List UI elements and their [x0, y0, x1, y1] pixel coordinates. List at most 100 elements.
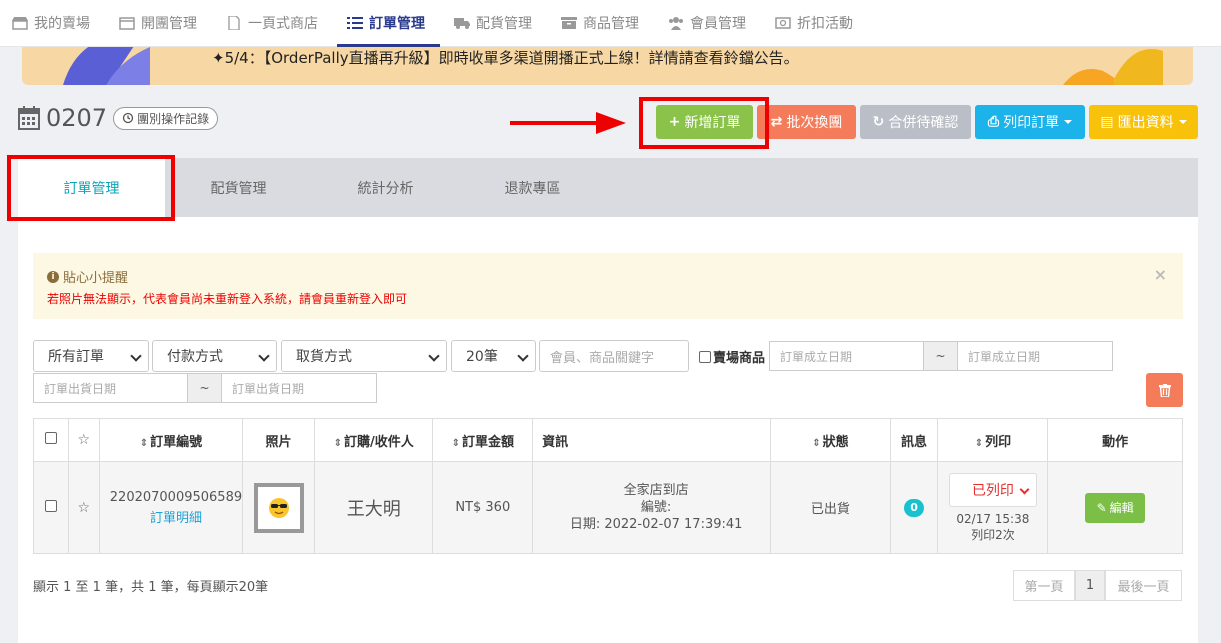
print-orders-label: 列印訂單	[1003, 115, 1060, 131]
nav-item-label: 商品管理	[583, 16, 639, 32]
batch-change-group-button[interactable]: ⇄ 批次換團	[757, 105, 856, 139]
nav-item-one-page-store[interactable]: 一頁式商店	[226, 0, 333, 47]
star-icon[interactable]: ☆	[78, 432, 91, 448]
banner-text: ✦5/4：【OrderPally直播再升級】即時收單多渠道開播正式上線！詳情請查…	[212, 49, 799, 67]
tab-refund[interactable]: 退款專區	[459, 158, 606, 217]
order-type-select[interactable]: 所有訂單	[33, 340, 149, 372]
announcement-banner[interactable]: ✦5/4：【OrderPally直播再升級】即時收單多渠道開播正式上線！詳情請查…	[22, 47, 1193, 85]
table-header-row: ☆ ⇕ 訂單編號 照片 ⇕ 訂購/收件人 ⇕ 訂單金額 資訊 ⇕ 狀態 訊息 ⇕ 列印 動…	[33, 418, 1183, 462]
photo-header: 照片	[242, 418, 315, 462]
keyword-placeholder: 會員、商品關鍵字	[550, 350, 655, 366]
print-orders-button[interactable]: ⎙ 列印訂單	[975, 105, 1085, 139]
nav-item-group-management[interactable]: 開團管理	[119, 0, 212, 47]
status-cell: 已出貨	[770, 461, 891, 554]
delete-button[interactable]	[1146, 373, 1183, 407]
print-header[interactable]: ⇕ 列印	[937, 418, 1049, 462]
export-data-label: 匯出資料	[1117, 115, 1174, 131]
date-range-separator: ~	[187, 373, 222, 403]
buyer-header-label: 訂購/收件人	[344, 434, 414, 450]
sort-icon: ⇕	[974, 437, 984, 449]
caret-down-icon	[1178, 120, 1187, 124]
message-cell: 0	[889, 461, 939, 554]
group-log-button[interactable]: 團別操作記錄	[113, 106, 219, 130]
current-page-button[interactable]: 1	[1075, 570, 1105, 601]
order-no-header[interactable]: ⇕ 訂單編號	[98, 418, 244, 462]
row-star-cell: ☆	[67, 461, 100, 554]
money-icon	[775, 17, 791, 29]
order-no: 2202070009506589	[109, 489, 243, 505]
payment-method-select[interactable]: 付款方式	[152, 340, 277, 372]
first-page-button[interactable]: 第一頁	[1013, 570, 1075, 601]
buyer-cell: 王大明	[313, 461, 434, 554]
date-range-separator: ~	[923, 341, 958, 371]
tab-statistics[interactable]: 統計分析	[312, 158, 459, 217]
payment-method-value: 付款方式	[167, 349, 223, 365]
nav-item-my-store[interactable]: 我的賣場	[12, 0, 105, 47]
merge-pending-button[interactable]: ↻ 合併待確認	[860, 105, 971, 139]
nav-item-discount[interactable]: 折扣活動	[775, 0, 868, 47]
created-date-from-placeholder: 訂單成立日期	[780, 349, 853, 364]
select-all-checkbox[interactable]	[44, 432, 57, 444]
select-all-header	[33, 418, 69, 462]
chevron-down-icon	[130, 350, 142, 362]
red-arrow-annotation	[510, 112, 626, 134]
order-no-cell: 2202070009506589 訂單明細	[98, 461, 244, 554]
edit-button[interactable]: ✎ 編輯	[1085, 492, 1146, 523]
created-date-to-input[interactable]: 訂單成立日期	[957, 341, 1113, 371]
nav-item-label: 一頁式商店	[248, 16, 318, 32]
highlight-box-new-order	[639, 97, 769, 149]
alert-title: i 貼心小提醒	[47, 267, 1169, 286]
checkbox[interactable]	[699, 350, 711, 363]
star-icon[interactable]: ☆	[78, 500, 91, 516]
nav-item-label: 開團管理	[141, 16, 197, 32]
store-icon	[12, 17, 28, 30]
order-detail-link[interactable]: 訂單明細	[110, 507, 242, 526]
page-size-select[interactable]: 20筆	[451, 340, 536, 372]
amount-header[interactable]: ⇕ 訂單金額	[432, 418, 534, 462]
row-checkbox[interactable]	[44, 499, 57, 512]
buyer-header[interactable]: ⇕ 訂購/收件人	[313, 418, 434, 462]
order-table: ☆ ⇕ 訂單編號 照片 ⇕ 訂購/收件人 ⇕ 訂單金額 資訊 ⇕ 狀態 訊息 ⇕ 列印 動…	[33, 418, 1183, 554]
top-nav: 我的賣場 開團管理 一頁式商店 訂單管理 配貨管理 商品管理 會員管理 折扣活動	[0, 0, 1221, 47]
keyword-search-input[interactable]: 會員、商品關鍵字	[539, 340, 689, 372]
page-size-value: 20筆	[466, 349, 498, 365]
caret-down-icon	[1064, 120, 1073, 124]
print-status-select[interactable]: 已列印	[948, 472, 1037, 507]
created-date-from-input[interactable]: 訂單成立日期	[769, 341, 924, 371]
nav-item-order-management[interactable]: 訂單管理	[337, 0, 440, 47]
amount-header-label: 訂單金額	[461, 434, 514, 450]
sort-icon: ⇕	[333, 437, 343, 449]
close-icon[interactable]: ×	[1154, 265, 1167, 284]
tab-distribution[interactable]: 配貨管理	[165, 158, 312, 217]
swap-icon: ⇄	[770, 114, 783, 130]
batch-change-group-label: 批次換團	[786, 115, 843, 131]
store-products-label: 賣場商品	[713, 351, 766, 366]
action-header: 動作	[1047, 418, 1183, 462]
pickup-method-select[interactable]: 取貨方式	[281, 340, 447, 372]
nav-item-distribution[interactable]: 配貨管理	[454, 0, 547, 47]
order-group-number: 0207	[46, 104, 108, 132]
ship-date-to-placeholder: 訂單出貨日期	[232, 381, 305, 396]
ship-date-to-input[interactable]: 訂單出貨日期	[221, 373, 377, 403]
print-count: 列印2次	[971, 527, 1015, 542]
printer-icon: ⎙	[987, 114, 1000, 130]
alert-message: 若照片無法顯示，代表會員尚未重新登入系統，請會員重新登入即可	[47, 292, 408, 306]
group-log-label: 團別操作記錄	[137, 111, 210, 126]
last-page-button[interactable]: 最後一頁	[1105, 570, 1182, 601]
banner-decoration-left	[63, 47, 150, 85]
nav-item-member-management[interactable]: 會員管理	[668, 0, 761, 47]
buyer-name: 王大明	[346, 498, 401, 520]
print-time: 02/17 15:38	[956, 511, 1030, 526]
print-cell: 已列印 02/17 15:38 列印2次	[937, 461, 1049, 554]
message-count-badge[interactable]: 0	[904, 498, 925, 517]
nav-item-product-management[interactable]: 商品管理	[561, 0, 654, 47]
history-icon	[122, 112, 134, 124]
store-products-checkbox[interactable]: 賣場商品	[699, 347, 765, 366]
order-date: 日期: 2022-02-07 17:39:41	[569, 517, 743, 532]
action-cell: ✎ 編輯	[1047, 461, 1183, 554]
ship-date-from-input[interactable]: 訂單出貨日期	[33, 373, 188, 403]
chevron-down-icon	[258, 350, 270, 362]
export-data-button[interactable]: ▤ 匯出資料	[1089, 105, 1198, 139]
document-icon: ▤	[1100, 114, 1114, 130]
status-header[interactable]: ⇕ 狀態	[770, 418, 891, 462]
